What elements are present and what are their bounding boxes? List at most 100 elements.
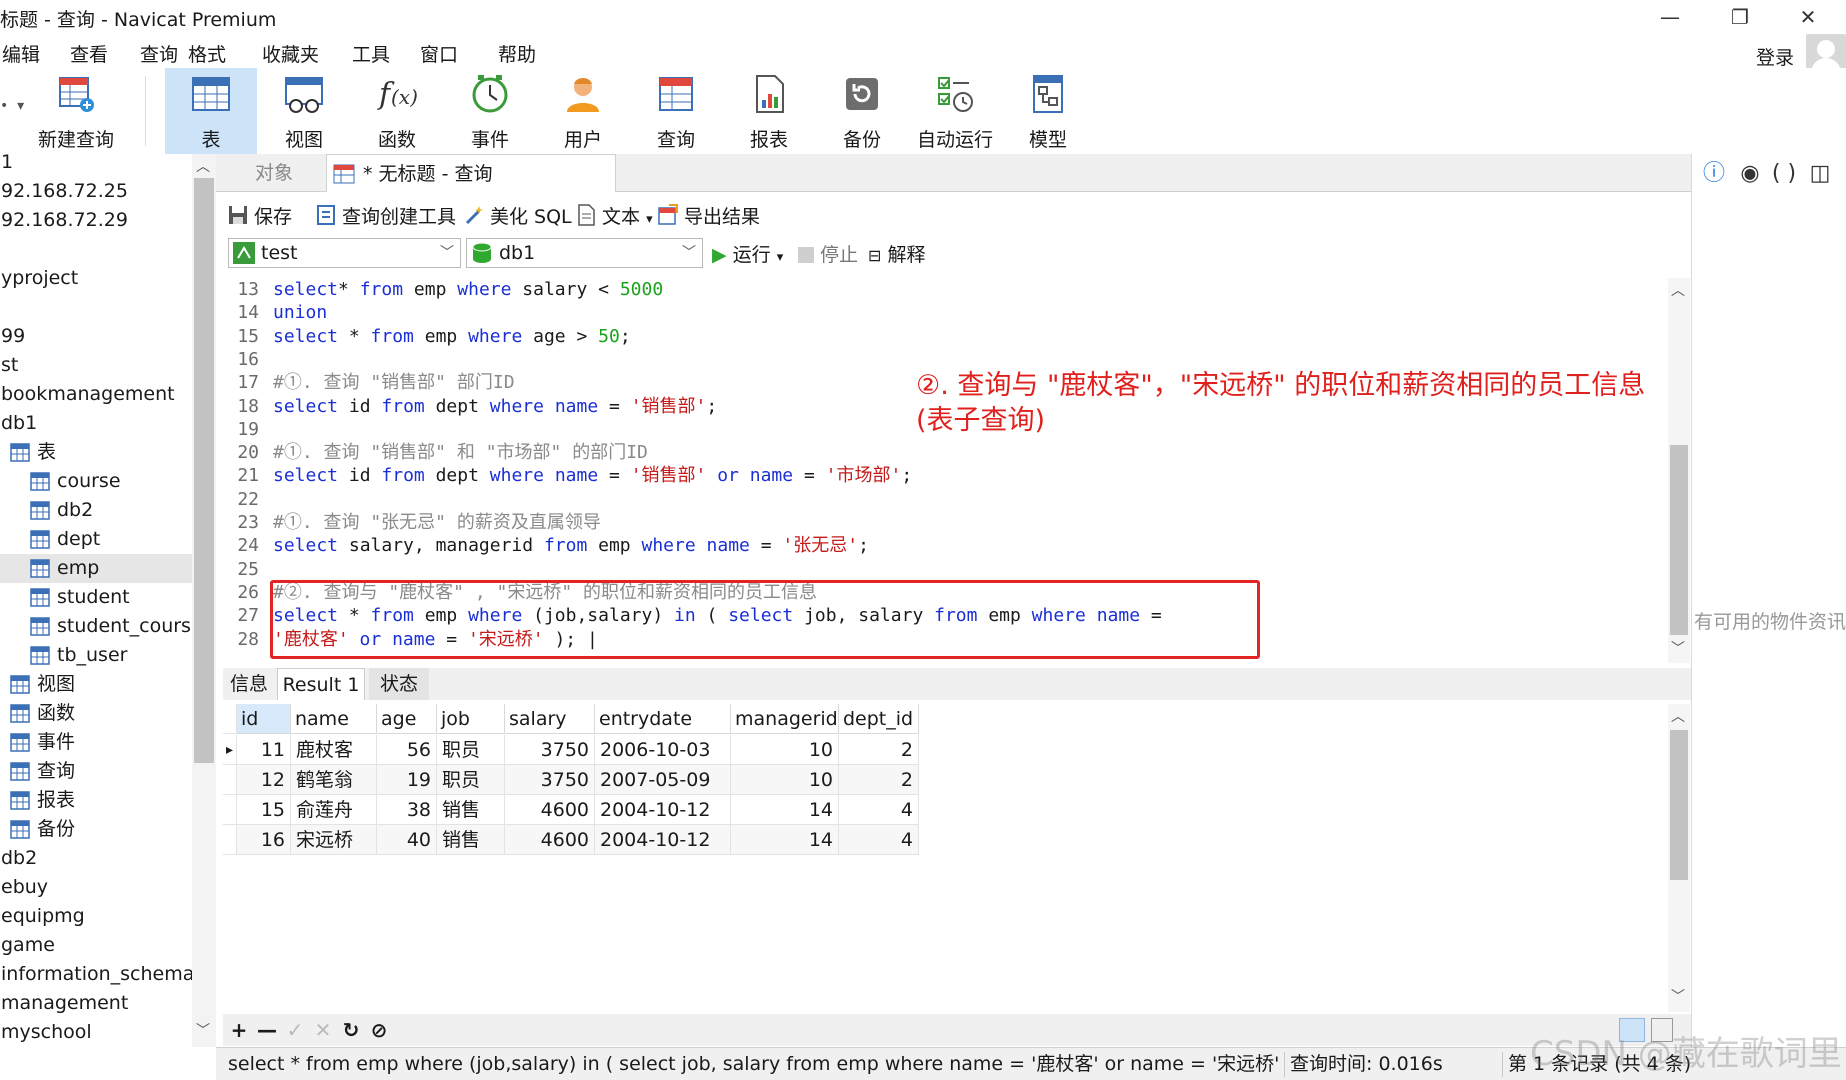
panel-layout-icon[interactable]: ◫	[1806, 160, 1834, 188]
column-header[interactable]: id	[237, 704, 291, 734]
table-cell[interactable]: 10	[731, 735, 839, 765]
tree-scroll-thumb[interactable]	[194, 178, 214, 763]
menu-view[interactable]: 查看	[70, 40, 108, 67]
row-selector[interactable]	[223, 795, 237, 825]
tree-node[interactable]: 表	[0, 438, 192, 467]
ribbon-dropdown-arrow-icon[interactable]: • ▾	[0, 98, 24, 114]
tree-node[interactable]: bookmanagement	[0, 380, 192, 409]
tree-node[interactable]: yproject	[0, 264, 192, 293]
scroll-down-icon[interactable]: ﹀	[1671, 638, 1685, 658]
view-button[interactable]: 视图	[258, 68, 350, 154]
menu-favorites[interactable]: 收藏夹	[262, 40, 319, 67]
column-header[interactable]: age	[377, 704, 437, 734]
table-cell[interactable]: 2	[839, 765, 919, 795]
tree-node[interactable]: 事件	[0, 728, 192, 757]
table-cell[interactable]: 3750	[505, 735, 595, 765]
apply-changes-icon[interactable]: ✓	[283, 1018, 307, 1042]
function-button[interactable]: f (x) 函数	[351, 68, 443, 154]
table-cell[interactable]: 职员	[437, 735, 505, 765]
text-button[interactable]: 文本 ▾	[576, 202, 653, 229]
table-cell[interactable]: 鹤笔翁	[291, 765, 377, 795]
tree-node[interactable]: ebuy	[0, 873, 192, 902]
table-button[interactable]: 表	[165, 68, 257, 154]
tab-query[interactable]: * 无标题 - 查询	[326, 154, 616, 192]
beautify-sql-button[interactable]: 美化 SQL	[464, 202, 572, 229]
tree-node[interactable]: db1	[0, 409, 192, 438]
editor-scroll-thumb[interactable]	[1670, 445, 1688, 635]
tree-node[interactable]: 92.168.72.29	[0, 206, 192, 235]
table-cell[interactable]: 2006-10-03	[595, 735, 731, 765]
table-cell[interactable]: 14	[731, 795, 839, 825]
user-button[interactable]: 用户	[537, 68, 629, 154]
tree-node[interactable]	[0, 235, 192, 264]
add-record-icon[interactable]: +	[227, 1018, 251, 1042]
login-link[interactable]: 登录	[1756, 43, 1794, 70]
query-button[interactable]: 查询	[630, 68, 722, 154]
row-selector[interactable]	[223, 765, 237, 795]
report-button[interactable]: 报表	[723, 68, 815, 154]
tree-node[interactable]: student_course	[0, 612, 192, 641]
table-cell[interactable]: 3750	[505, 765, 595, 795]
row-selector[interactable]: ▸	[223, 735, 237, 765]
table-cell[interactable]: 19	[377, 765, 437, 795]
tree-node[interactable]: course	[0, 467, 192, 496]
column-header[interactable]: salary	[505, 704, 595, 734]
tree-node[interactable]: db2	[0, 844, 192, 873]
tree-node[interactable]: tb_user	[0, 641, 192, 670]
event-button[interactable]: 事件	[444, 68, 536, 154]
new-query-button[interactable]: 新建查询	[30, 68, 122, 154]
stop-icon[interactable]: ⊘	[367, 1018, 391, 1042]
table-cell[interactable]: 4	[839, 795, 919, 825]
scroll-up-icon[interactable]: ︿	[196, 156, 210, 176]
menu-edit[interactable]: 编辑	[2, 40, 40, 67]
export-result-button[interactable]: 导出结果	[658, 202, 760, 229]
table-cell[interactable]: 鹿杖客	[291, 735, 377, 765]
run-button[interactable]: ▶ 运行 ▾	[712, 240, 783, 267]
table-cell[interactable]: 16	[237, 825, 291, 855]
table-cell[interactable]: 38	[377, 795, 437, 825]
table-cell[interactable]: 15	[237, 795, 291, 825]
table-cell[interactable]: 2004-10-12	[595, 825, 731, 855]
menu-format[interactable]: 格式	[188, 40, 226, 67]
query-builder-button[interactable]: 查询创建工具	[316, 202, 456, 229]
tree-node[interactable]: myschool	[0, 1018, 192, 1047]
save-button[interactable]: 保存	[228, 202, 292, 229]
menu-window[interactable]: 窗口	[420, 40, 458, 67]
scroll-down-icon[interactable]: ﹀	[196, 1020, 210, 1040]
tab-info[interactable]: 信息	[223, 668, 275, 700]
delete-record-icon[interactable]: —	[255, 1018, 279, 1042]
tab-objects[interactable]: 对象	[224, 154, 324, 192]
tree-node[interactable]: 备份	[0, 815, 192, 844]
table-cell[interactable]: 12	[237, 765, 291, 795]
column-header[interactable]: entrydate	[595, 704, 731, 734]
table-cell[interactable]: 4	[839, 825, 919, 855]
tree-node[interactable]: emp	[0, 554, 192, 583]
table-cell[interactable]: 宋远桥	[291, 825, 377, 855]
table-cell[interactable]: 14	[731, 825, 839, 855]
scroll-down-icon[interactable]: ﹀	[1671, 986, 1685, 1006]
table-cell[interactable]: 40	[377, 825, 437, 855]
menu-tools[interactable]: 工具	[352, 40, 390, 67]
menu-query[interactable]: 查询	[140, 40, 178, 67]
tab-status[interactable]: 状态	[369, 668, 429, 700]
model-button[interactable]: 模型	[1002, 68, 1094, 154]
tree-node[interactable]: 1	[0, 154, 192, 177]
explain-button[interactable]: ⊟ 解释	[868, 240, 925, 267]
tree-node[interactable]	[0, 293, 192, 322]
column-header[interactable]: managerid	[731, 704, 839, 734]
table-cell[interactable]: 销售	[437, 795, 505, 825]
tree-node[interactable]: 92.168.72.25	[0, 177, 192, 206]
column-header[interactable]: dept_id	[839, 704, 919, 734]
table-cell[interactable]: 2007-05-09	[595, 765, 731, 795]
grid-scroll-thumb[interactable]	[1670, 730, 1688, 880]
tree-node[interactable]: 查询	[0, 757, 192, 786]
table-cell[interactable]: 2	[839, 735, 919, 765]
tree-node[interactable]: st	[0, 351, 192, 380]
close-button[interactable]: ✕	[1778, 0, 1838, 34]
parentheses-icon[interactable]: ( )	[1770, 160, 1798, 188]
tree-node[interactable]: management	[0, 989, 192, 1018]
tree-node[interactable]: 视图	[0, 670, 192, 699]
scroll-up-icon[interactable]: ︿	[1671, 280, 1685, 300]
automation-button[interactable]: 自动运行	[909, 68, 1001, 154]
tree-node[interactable]: equipmg	[0, 902, 192, 931]
